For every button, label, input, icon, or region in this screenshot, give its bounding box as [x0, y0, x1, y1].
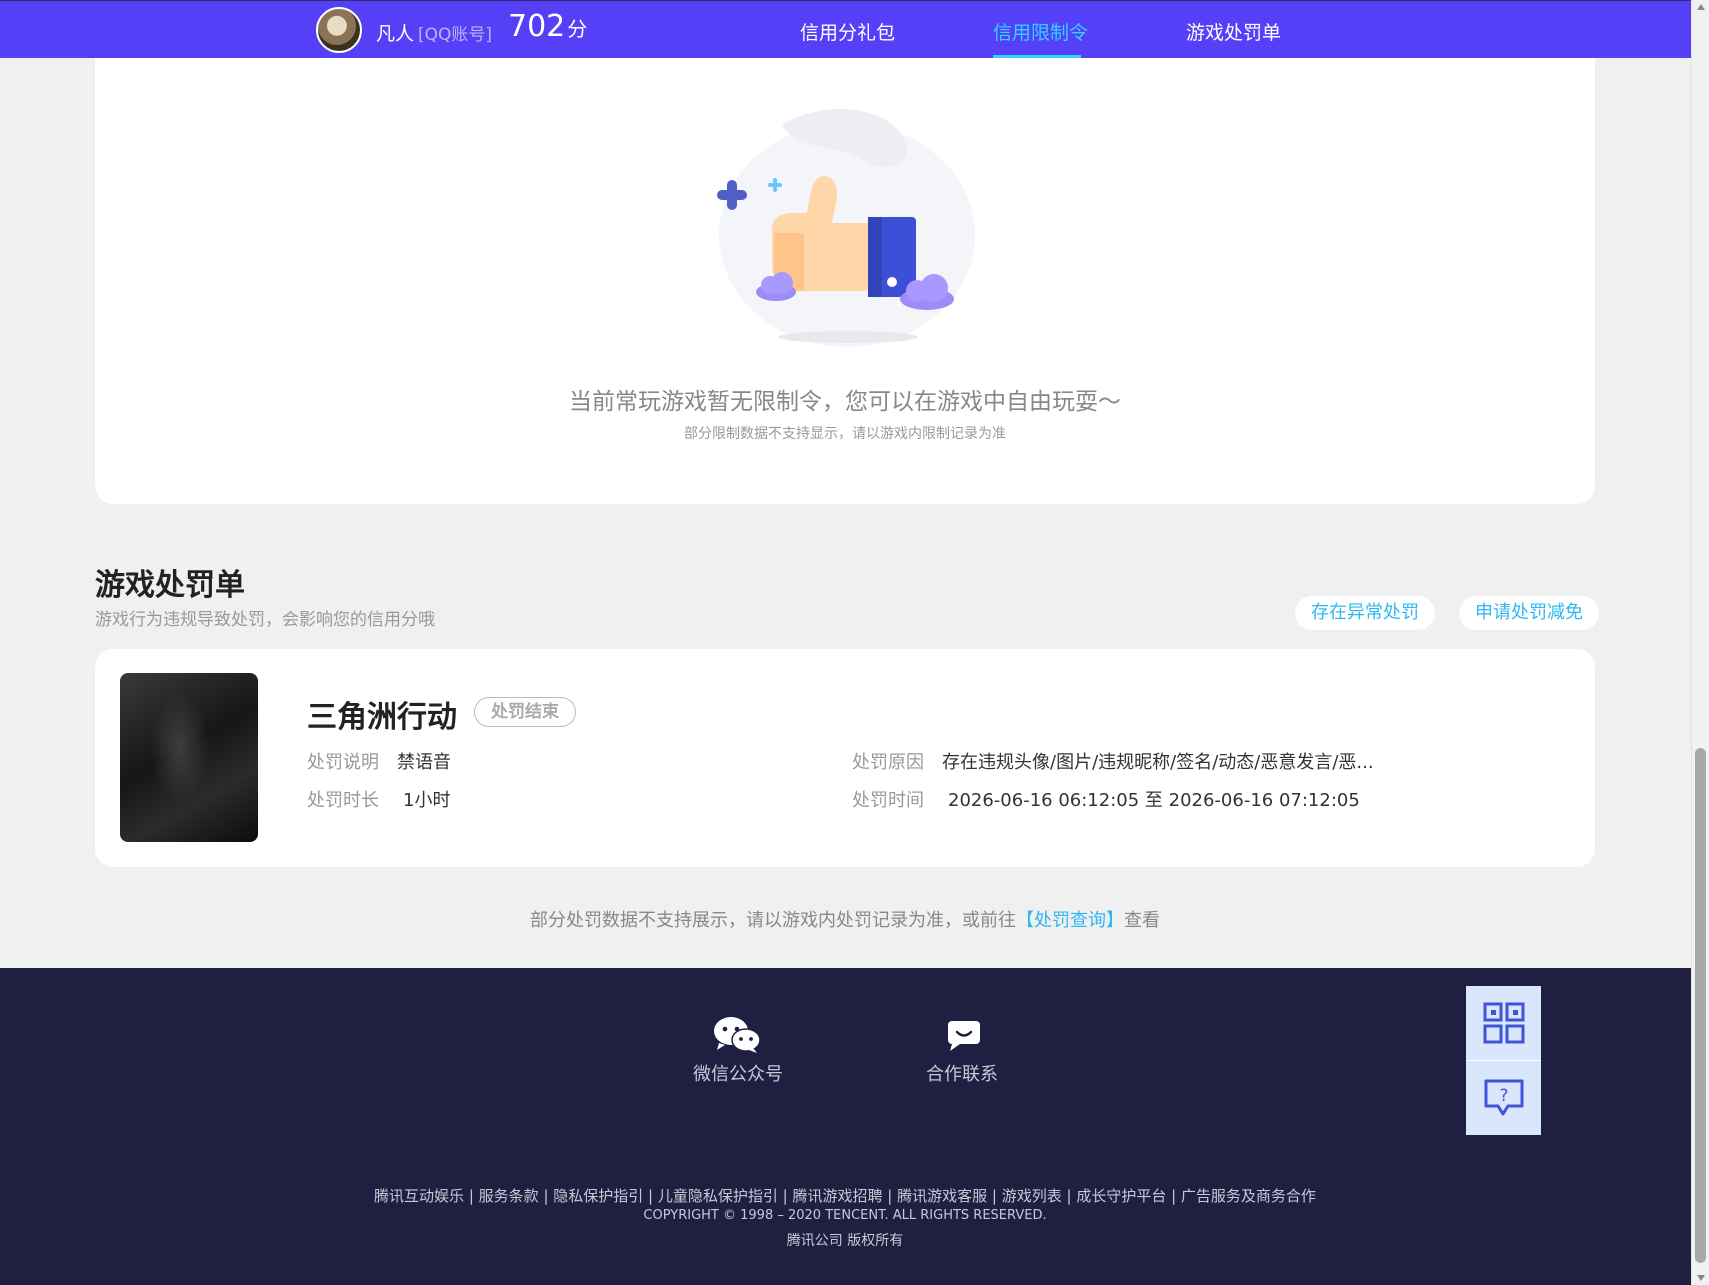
- top-nav-bar: 凡人 [QQ账号] 702 分 信用分礼包 信用限制令 游戏处罚单: [0, 0, 1691, 58]
- score-unit: 分: [567, 17, 588, 41]
- account-tag: [QQ账号]: [418, 25, 493, 45]
- penalty-note: 部分处罚数据不支持展示，请以游戏内处罚记录为准，或前往【处罚查询】查看: [0, 906, 1690, 932]
- penalty-section-title: 游戏处罚单: [95, 568, 245, 603]
- abnormal-penalty-button[interactable]: 存在异常处罚: [1295, 596, 1435, 630]
- game-name: 三角洲行动: [307, 700, 457, 735]
- qrcode-button[interactable]: [1466, 986, 1541, 1060]
- footer-links: 腾讯互动娱乐 | 服务条款 | 隐私保护指引 | 儿童隐私保护指引 | 腾讯游戏…: [374, 1187, 1316, 1205]
- chat-bubble-icon[interactable]: [947, 1020, 981, 1052]
- user-name: 凡人 [QQ账号]: [376, 19, 492, 46]
- user-name-text: 凡人: [376, 23, 415, 45]
- penalty-time-label: 处罚时间: [852, 790, 924, 811]
- credit-score: 702 分: [508, 9, 587, 44]
- footer-link[interactable]: 服务条款: [479, 1187, 539, 1205]
- appeal-penalty-button[interactable]: 申请处罚减免: [1459, 596, 1599, 630]
- svg-text:?: ?: [1499, 1086, 1508, 1106]
- penalty-reason-value: 存在违规头像/图片/违规昵称/签名/动态/恶意发言/恶...: [942, 752, 1374, 773]
- side-float-panel: ?: [1466, 986, 1541, 1135]
- qrcode-icon: [1483, 1002, 1524, 1044]
- penalty-duration-label: 处罚时长: [307, 790, 379, 811]
- nav-credit-restriction[interactable]: 信用限制令: [993, 18, 1088, 45]
- penalty-note-suffix: 查看: [1124, 910, 1160, 931]
- footer-link[interactable]: 成长守护平台: [1076, 1187, 1166, 1205]
- contact-label[interactable]: 合作联系: [926, 1060, 998, 1086]
- scroll-thumb[interactable]: [1695, 748, 1706, 1263]
- footer-link[interactable]: 游戏列表: [1002, 1187, 1062, 1205]
- scroll-down-arrow-icon[interactable]: [1697, 1275, 1705, 1281]
- help-button[interactable]: ?: [1466, 1061, 1541, 1135]
- penalty-duration-value: 1小时: [403, 790, 451, 811]
- penalty-desc-value: 禁语音: [397, 752, 451, 773]
- penalty-reason-label: 处罚原因: [852, 752, 924, 773]
- footer-link[interactable]: 隐私保护指引: [553, 1187, 643, 1205]
- penalty-time-value: 2026-06-16 06:12:05 至 2026-06-16 07:12:0…: [948, 790, 1360, 811]
- help-icon: ?: [1484, 1079, 1523, 1116]
- penalty-desc-label: 处罚说明: [307, 752, 379, 773]
- wechat-label[interactable]: 微信公众号: [693, 1060, 783, 1086]
- penalty-query-link[interactable]: 【处罚查询】: [1016, 910, 1124, 931]
- status-badge: 处罚结束: [474, 697, 576, 727]
- footer-link[interactable]: 腾讯互动娱乐: [374, 1187, 464, 1205]
- nav-game-penalty[interactable]: 游戏处罚单: [1186, 18, 1281, 45]
- score-value: 702: [508, 9, 566, 44]
- penalty-note-prefix: 部分处罚数据不支持展示，请以游戏内处罚记录为准，或前往: [530, 910, 1016, 931]
- empty-restriction-title: 当前常玩游戏暂无限制令，您可以在游戏中自由玩耍～: [569, 389, 1121, 415]
- footer-copyright: COPYRIGHT © 1998 – 2020 TENCENT. ALL RIG…: [643, 1208, 1047, 1223]
- nav-credit-gift[interactable]: 信用分礼包: [800, 18, 895, 45]
- footer-link[interactable]: 广告服务及商务合作: [1181, 1187, 1316, 1205]
- wechat-icon[interactable]: [713, 1016, 761, 1054]
- footer-rights: 腾讯公司 版权所有: [786, 1233, 904, 1249]
- footer-link[interactable]: 腾讯游戏客服: [897, 1187, 987, 1205]
- avatar[interactable]: [316, 7, 362, 53]
- footer-link[interactable]: 儿童隐私保护指引: [658, 1187, 778, 1205]
- thumbs-up-illustration: [717, 108, 975, 347]
- empty-restriction-subtitle: 部分限制数据不支持显示，请以游戏内限制记录为准: [684, 426, 1006, 442]
- scroll-up-arrow-icon[interactable]: [1697, 4, 1705, 10]
- penalty-section-subtitle: 游戏行为违规导致处罚，会影响您的信用分哦: [95, 610, 435, 630]
- footer-link[interactable]: 腾讯游戏招聘: [792, 1187, 882, 1205]
- game-cover-image: [120, 673, 258, 842]
- page-scrollbar[interactable]: [1691, 0, 1709, 1285]
